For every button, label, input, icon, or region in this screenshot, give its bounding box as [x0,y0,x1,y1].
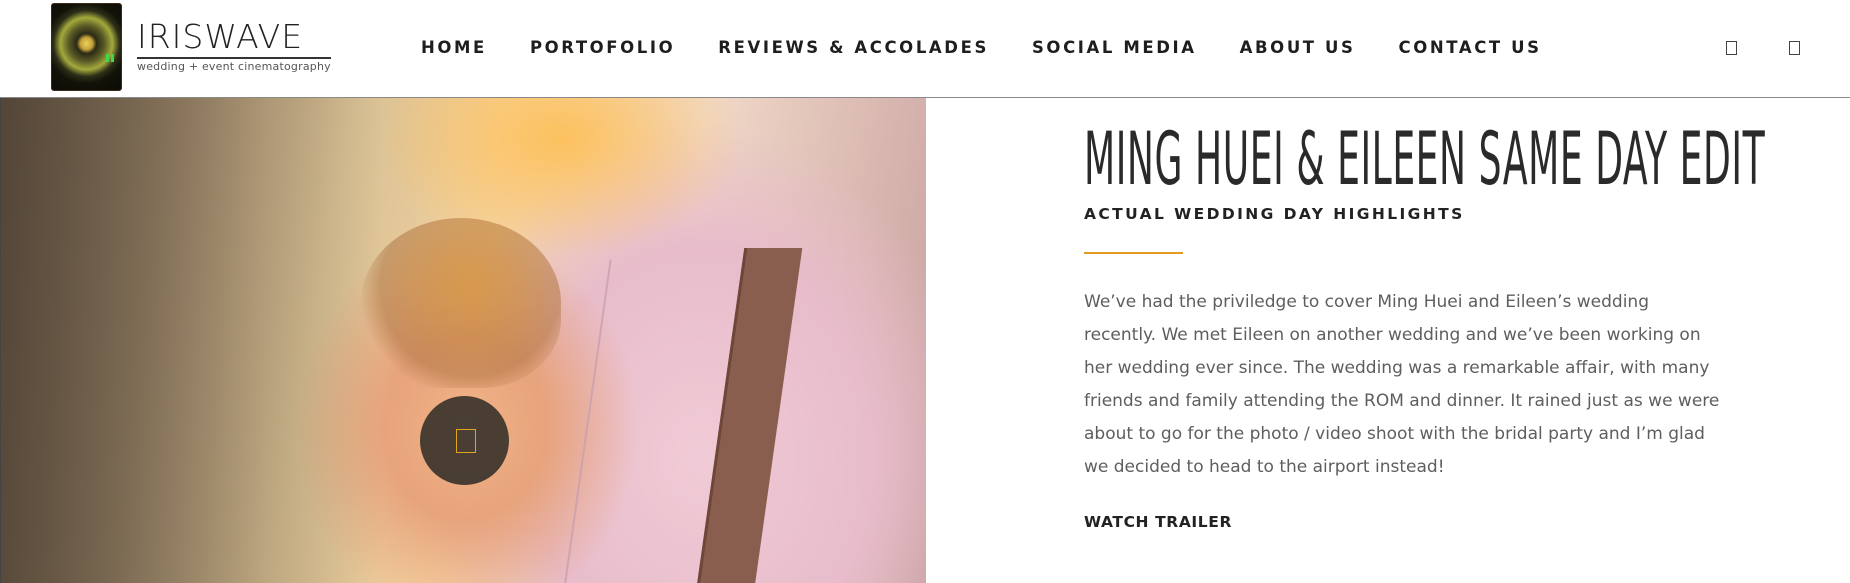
nav-item-portfolio[interactable]: PORTOFOLIO [530,38,675,57]
play-button[interactable] [420,396,509,485]
page-title: MING HUEI & EILEEN SAME DAY EDIT [1084,117,1766,202]
watch-trailer-link[interactable]: WATCH TRAILER [1084,513,1232,531]
page-subtitle: ACTUAL WEDDING DAY HIGHLIGHTS [1084,205,1465,223]
site-logo[interactable]: IRISWAVE wedding + event cinematography [51,3,331,91]
hero-image-shade [1,98,381,583]
accent-divider [1084,252,1183,254]
search-icon[interactable] [1789,41,1800,55]
camera-lens-icon [51,3,122,91]
brand-name: IRISWAVE [137,19,331,59]
hero-image-highlight [361,218,561,388]
nav-item-reviews[interactable]: REVIEWS & ACCOLADES [718,38,989,57]
site-header: IRISWAVE wedding + event cinematography … [0,0,1850,98]
hero-video-thumbnail[interactable] [0,98,926,583]
main-nav: HOME PORTOFOLIO REVIEWS & ACCOLADES SOCI… [421,38,1542,57]
social-icon[interactable] [1726,41,1737,55]
nav-item-home[interactable]: HOME [421,38,487,57]
nav-item-about-us[interactable]: ABOUT US [1240,38,1356,57]
play-icon [456,429,476,453]
nav-item-contact-us[interactable]: CONTACT US [1399,38,1542,57]
logo-text: IRISWAVE wedding + event cinematography [137,19,331,73]
video-details: MING HUEI & EILEEN SAME DAY EDIT ACTUAL … [1084,117,1766,531]
video-description: We’ve had the priviledge to cover Ming H… [1084,292,1720,477]
brand-tagline: wedding + event cinematography [137,60,331,73]
nav-item-social-media[interactable]: SOCIAL MEDIA [1032,38,1197,57]
